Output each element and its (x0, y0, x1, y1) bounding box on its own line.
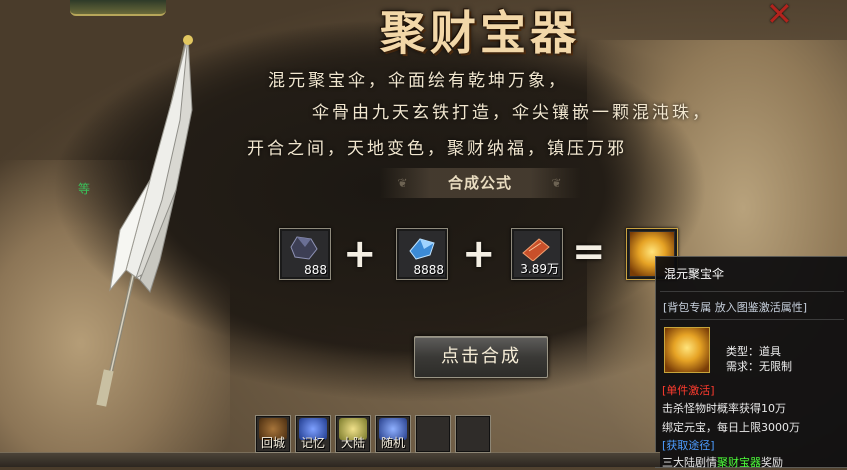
hotbar-label: 随机 (380, 436, 405, 450)
tooltip-type: 类型：道具 (726, 345, 781, 358)
umbrella-artifact-image (96, 35, 193, 407)
tooltip-divider (660, 319, 844, 320)
side-label: 等 (78, 182, 91, 196)
tooltip-section-source: [获取途径] (662, 439, 715, 452)
red-scroll-icon (522, 238, 550, 261)
hotbar-slot-random[interactable]: 随机 (375, 415, 411, 453)
page-title: 聚财宝器 (380, 6, 580, 60)
ingredient-slot-1[interactable]: 888 (279, 228, 331, 280)
hotbar-slot-continent[interactable]: 大陆 (335, 415, 371, 453)
close-icon[interactable]: ✕ (766, 0, 806, 30)
description-line-2: 伞骨由九天玄铁打造，伞尖镶嵌一颗混沌珠， (312, 103, 712, 123)
hotbar-slot-memory[interactable]: 记忆 (295, 415, 331, 453)
hotbar-slot-return-city[interactable]: 回城 (255, 415, 291, 453)
tooltip-source-line: 三大陆剧情聚财宝器奖励 (662, 454, 783, 470)
source-highlight: 聚财宝器 (717, 456, 761, 469)
hotbar-slot-empty-1[interactable] (415, 415, 451, 453)
top-left-frame (70, 0, 166, 16)
tooltip-effect-line-1: 击杀怪物时概率获得10万 (662, 402, 786, 415)
description-line-1: 混元聚宝伞，伞面绘有乾坤万象， (268, 71, 568, 91)
hotbar-slot-empty-2[interactable] (455, 415, 491, 453)
bottom-bar (0, 452, 660, 467)
ornament-left-icon: ❦ (397, 176, 409, 190)
synthesize-button[interactable]: 点击合成 (414, 336, 548, 378)
item-tooltip: 混元聚宝伞 [背包专属 放入图鉴激活属性] 类型：道具 需求：无限制 [单件激活… (655, 256, 847, 470)
ornament-right-icon: ❦ (551, 176, 563, 190)
equals-sign: = (572, 229, 606, 275)
source-suffix: 奖励 (761, 456, 783, 469)
source-prefix: 三大陆剧情 (662, 456, 717, 469)
tooltip-item-icon (664, 327, 710, 373)
dark-ore-icon (290, 236, 318, 260)
hotbar-label: 大陆 (340, 436, 365, 450)
formula-banner: ❦ 合成公式 ❦ (380, 168, 580, 198)
description-line-3: 开合之间，天地变色，聚财纳福，镇压万邪 (247, 139, 627, 159)
tooltip-divider (660, 291, 844, 292)
ingredient-slot-2[interactable]: 8888 (396, 228, 448, 280)
tooltip-tag: [背包专属 放入图鉴激活属性] (663, 301, 808, 314)
ingredient-count-2: 8888 (413, 263, 444, 277)
plus-sign-2: + (462, 231, 496, 277)
ingredient-slot-3[interactable]: 3.89万 (511, 228, 563, 280)
tooltip-requirement: 需求：无限制 (726, 360, 792, 373)
blue-crystal-icon (409, 238, 435, 260)
plus-sign-1: + (343, 231, 377, 277)
tooltip-effect-line-2: 绑定元宝，每日上限3000万 (662, 421, 800, 434)
ingredient-count-3: 3.89万 (520, 262, 559, 276)
formula-label: 合成公式 (447, 174, 512, 192)
tooltip-item-name: 混元聚宝伞 (664, 267, 725, 281)
hotbar-label: 回城 (260, 436, 285, 450)
hotbar-label: 记忆 (300, 436, 325, 450)
tooltip-section-activation: [单件激活] (662, 384, 715, 397)
ingredient-count-1: 888 (304, 263, 327, 277)
